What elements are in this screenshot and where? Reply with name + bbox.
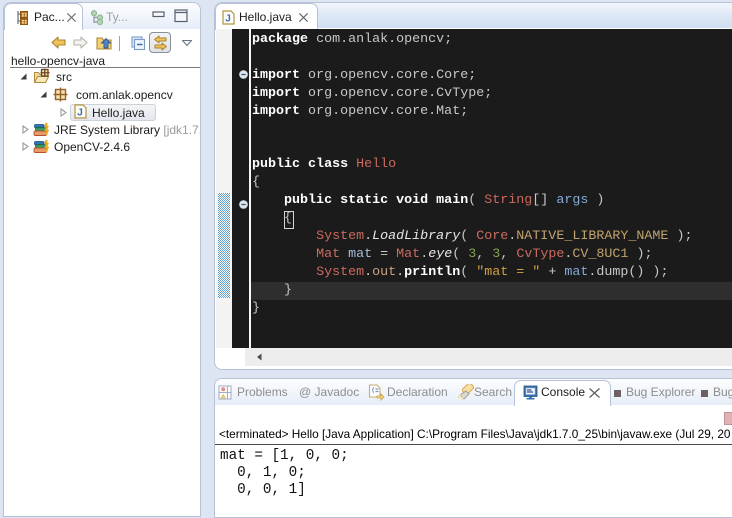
svg-text:J: J: [77, 108, 83, 119]
svg-text:J: J: [225, 14, 231, 25]
